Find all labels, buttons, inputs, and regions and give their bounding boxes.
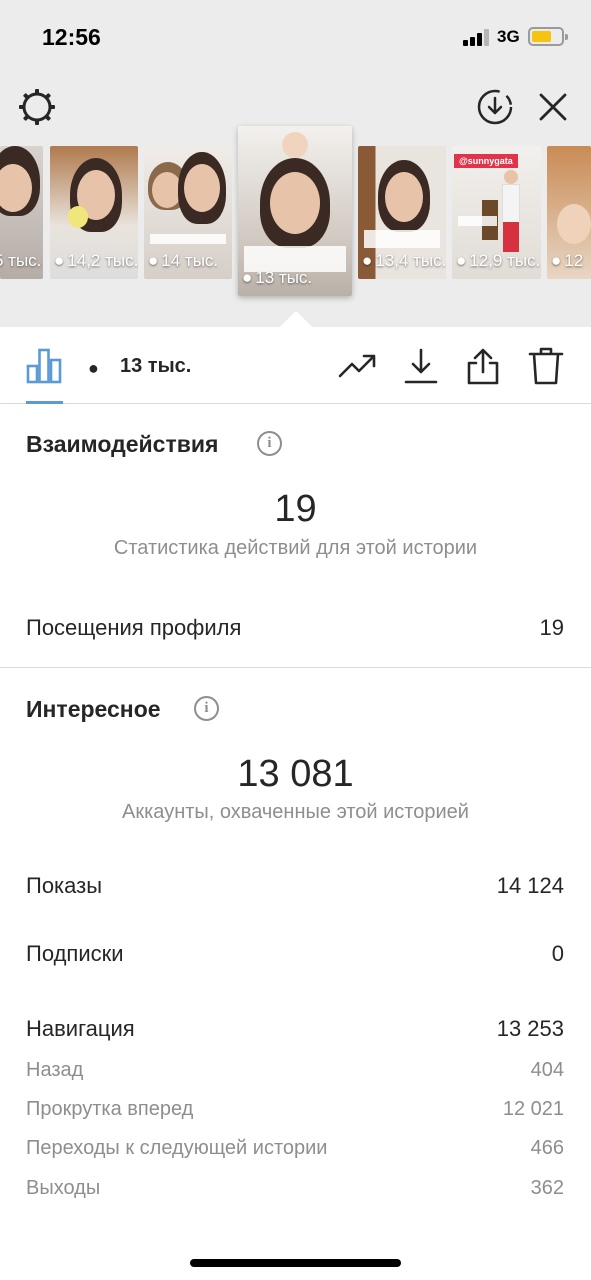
home-indicator[interactable] [190, 1259, 401, 1267]
status-bar: 12:56 3G [0, 0, 591, 70]
share-icon[interactable] [463, 346, 503, 386]
section-divider [0, 667, 591, 668]
interactions-total: 19 [274, 488, 317, 530]
eye-icon: ● [88, 358, 99, 378]
story-thumbnails: 5 тыс. ●14,2 тыс. ●14 тыс. ●13 тыс. ●13,… [0, 126, 591, 316]
exits-value: 362 [530, 1177, 564, 1199]
follows-value: 0 [551, 941, 564, 966]
trending-icon[interactable] [338, 346, 378, 386]
story-thumbnail[interactable]: ● 12 [547, 146, 591, 279]
story-thumbnail[interactable]: @sunnygata ● 12,9 тыс. [452, 146, 541, 279]
info-icon[interactable]: i [194, 696, 219, 721]
discovery-title: Интересное [26, 696, 161, 722]
reach-total: 13 081 [237, 753, 354, 795]
forward-value: 12 021 [502, 1098, 564, 1120]
forward-label: Прокрутка вперед [26, 1098, 194, 1120]
story-thumbnail[interactable]: ● 13,4 тыс. [358, 146, 446, 279]
next-story-value: 466 [530, 1137, 564, 1159]
reach-subtitle: Аккаунты, охваченные этой историей [122, 801, 469, 823]
story-tag: @sunnygata [454, 154, 518, 168]
story-views: ● 12,9 тыс. [456, 251, 541, 270]
interactions-title: Взаимодействия [26, 431, 219, 457]
story-thumbnail[interactable]: ● 14,2 тыс. [50, 146, 138, 279]
follows-label: Подписки [26, 941, 124, 966]
info-icon[interactable]: i [257, 431, 282, 456]
navigation-label: Навигация [26, 1016, 135, 1041]
story-views: 5 тыс. [0, 251, 42, 270]
trash-icon[interactable] [526, 346, 566, 386]
story-thumbnail-selected[interactable]: ● 13 тыс. [238, 126, 352, 296]
battery-icon [528, 27, 568, 46]
story-views: ● 12 [551, 251, 584, 270]
views-count: 13 тыс. [120, 355, 192, 377]
gear-icon[interactable] [17, 87, 57, 127]
selected-story-pointer [280, 311, 312, 327]
story-views: ● 14 тыс. [148, 251, 219, 270]
story-toolbar: ● 13 тыс. [0, 327, 591, 404]
interactions-subtitle: Статистика действий для этой истории [113, 537, 478, 559]
bar-chart-icon[interactable] [26, 348, 62, 384]
story-views: ● 14,2 тыс. [54, 251, 138, 270]
navigation-value: 13 253 [496, 1016, 564, 1041]
download-circle-icon[interactable] [476, 88, 514, 126]
story-views: ● 13,4 тыс. [362, 251, 446, 270]
profile-visits-label: Посещения профиля [26, 615, 242, 640]
network-type: 3G [497, 27, 520, 46]
story-thumbnail[interactable]: ● 14 тыс. [144, 146, 232, 279]
impressions-label: Показы [26, 873, 103, 898]
download-icon[interactable] [401, 346, 441, 386]
profile-visits-value: 19 [539, 615, 564, 640]
next-story-label: Переходы к следующей истории [26, 1137, 328, 1159]
impressions-value: 14 124 [496, 873, 564, 898]
close-icon[interactable] [534, 88, 572, 126]
exits-label: Выходы [26, 1177, 101, 1199]
back-value: 404 [530, 1059, 564, 1081]
signal-icon [463, 29, 491, 46]
story-views: ● 13 тыс. [242, 268, 313, 287]
story-thumbnail[interactable]: 5 тыс. [0, 146, 43, 279]
back-label: Назад [26, 1059, 84, 1081]
active-tab-indicator [26, 401, 63, 404]
status-time: 12:56 [42, 24, 101, 50]
